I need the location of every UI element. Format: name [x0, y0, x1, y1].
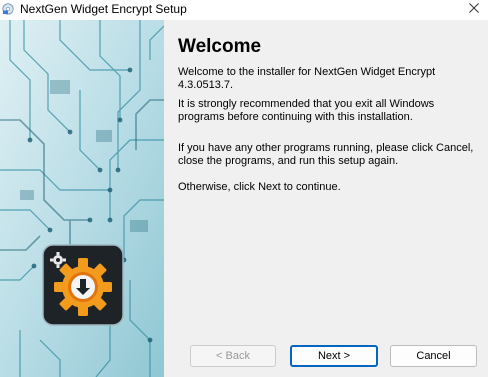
- cancel-instructions-text: If you have any other programs running, …: [178, 142, 474, 167]
- continue-instructions-text: Otherwise, click Next to continue.: [178, 181, 341, 193]
- back-button[interactable]: < Back: [190, 345, 276, 367]
- installer-disc-icon: [2, 3, 14, 15]
- close-button[interactable]: [466, 0, 482, 16]
- setup-window: NextGen Widget Encrypt Setup Welcome Wel…: [0, 0, 488, 377]
- gear-download-icon: [42, 244, 124, 326]
- banner-image: [0, 20, 164, 377]
- recommendation-text: It is strongly recommended that you exit…: [178, 98, 435, 123]
- cancel-button[interactable]: Cancel: [390, 345, 477, 367]
- intro-text: Welcome to the installer for NextGen Wid…: [178, 66, 436, 91]
- window-title: NextGen Widget Encrypt Setup: [20, 2, 187, 16]
- title-bar: NextGen Widget Encrypt Setup: [0, 0, 488, 20]
- page-title: Welcome: [178, 36, 262, 57]
- next-button[interactable]: Next >: [290, 345, 378, 367]
- close-icon: [469, 3, 479, 13]
